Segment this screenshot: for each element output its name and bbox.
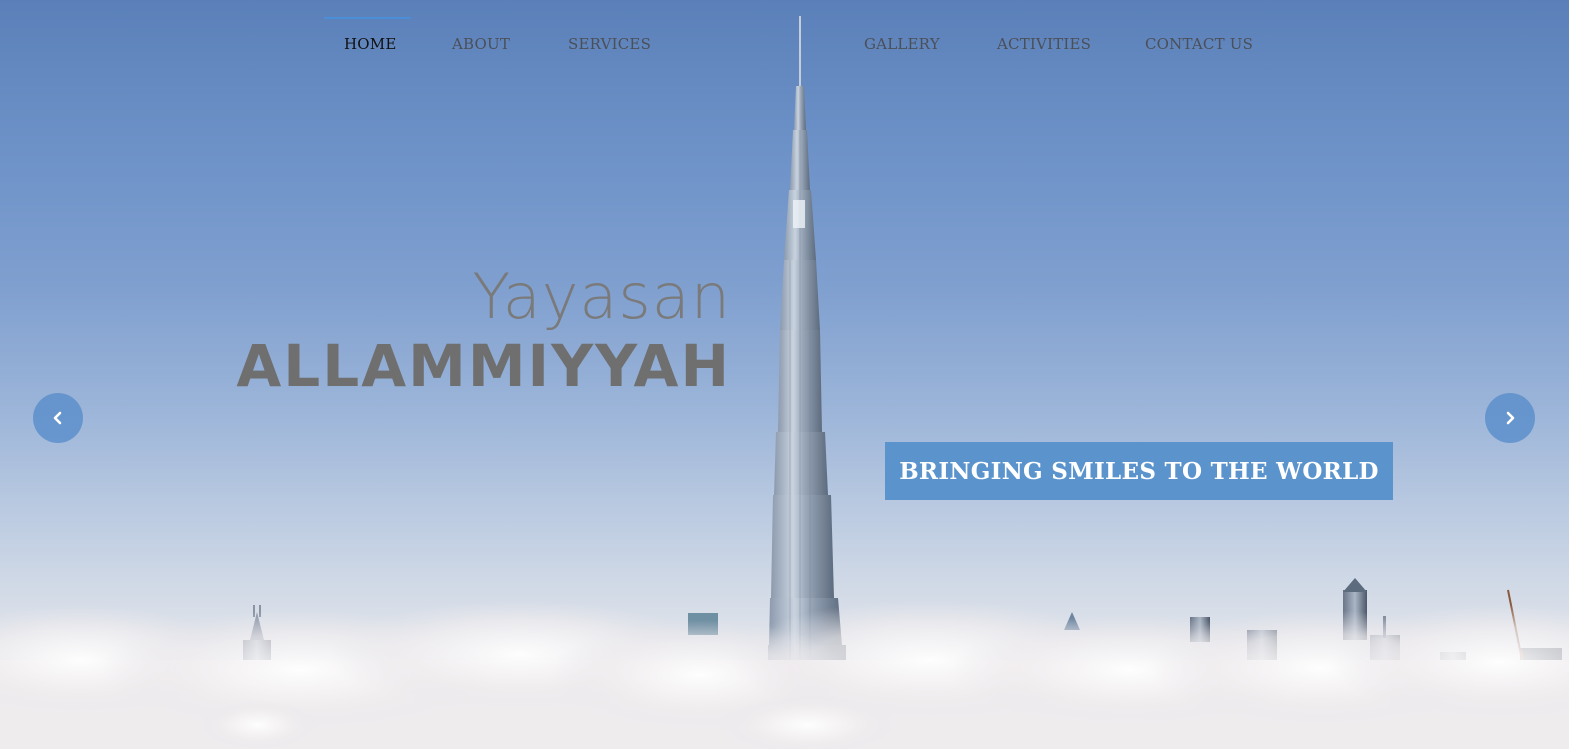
active-nav-indicator bbox=[324, 17, 411, 19]
brand-title-line1: Yayasan bbox=[472, 260, 731, 333]
slider-next-button[interactable] bbox=[1485, 393, 1535, 443]
main-navigation: HOME ABOUT SERVICES GALLERY ACTIVITIES C… bbox=[0, 0, 1569, 80]
chevron-left-icon bbox=[53, 411, 62, 425]
nav-gallery[interactable]: GALLERY bbox=[864, 35, 940, 53]
tagline-text: BRINGING SMILES TO THE WORLD bbox=[899, 457, 1379, 485]
hero-background-image bbox=[0, 16, 1569, 749]
nav-activities[interactable]: ACTIVITIES bbox=[997, 35, 1091, 53]
tagline-banner: BRINGING SMILES TO THE WORLD bbox=[885, 442, 1393, 500]
slider-prev-button[interactable] bbox=[33, 393, 83, 443]
nav-services[interactable]: SERVICES bbox=[568, 35, 651, 53]
brand-title-line2: ALLAMMIYYAH bbox=[236, 332, 731, 400]
cloud-layer bbox=[0, 600, 1569, 749]
nav-about[interactable]: ABOUT bbox=[452, 35, 510, 53]
chevron-right-icon bbox=[1506, 411, 1515, 425]
hero-slider: HOME ABOUT SERVICES GALLERY ACTIVITIES C… bbox=[0, 0, 1569, 749]
nav-home[interactable]: HOME bbox=[344, 35, 397, 53]
nav-contact-us[interactable]: CONTACT US bbox=[1145, 35, 1253, 53]
